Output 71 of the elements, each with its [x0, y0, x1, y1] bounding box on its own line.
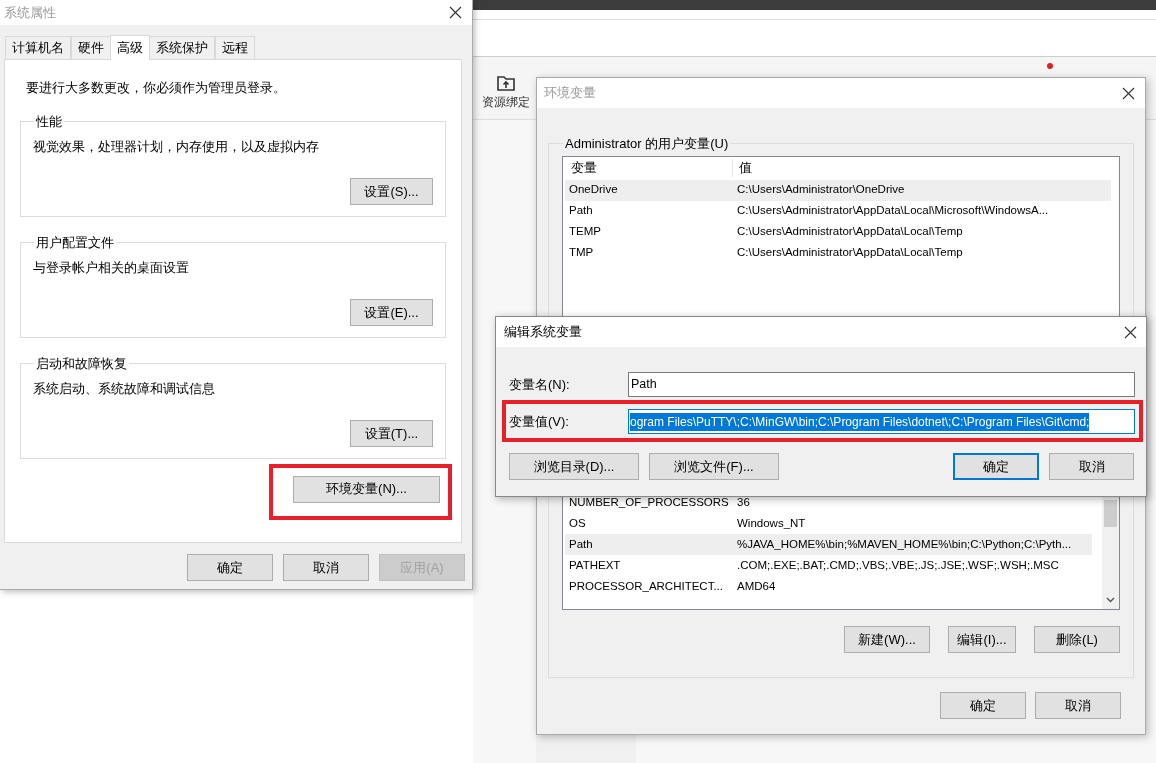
notice-text: 要进行大多数更改，你必须作为管理员登录。 [25, 79, 287, 97]
variable-value: AMD64 [737, 578, 776, 594]
dialog-title: 编辑系统变量 [504, 323, 582, 342]
variable-row[interactable]: TEMP C:\Users\Administrator\AppData\Local\Temp [565, 221, 1111, 243]
scrollbar-thumb[interactable] [1104, 500, 1117, 527]
variable-name: PROCESSOR_ARCHITECT... [569, 579, 723, 592]
window-title: 环境变量 [544, 84, 596, 103]
variable-name: TMP [569, 246, 594, 259]
toolbar-label[interactable]: 资源绑定 [482, 93, 530, 111]
dialog-button[interactable]: 取消 [1049, 453, 1134, 480]
dialog-button[interactable]: 浏览目录(D)... [509, 453, 639, 480]
tab[interactable]: 硬件 [71, 36, 111, 59]
variable-row[interactable]: OS Windows_NT [565, 513, 1092, 534]
dialog-button[interactable]: 确定 [940, 692, 1026, 719]
variable-value: C:\Users\Administrator\OneDrive [737, 182, 905, 198]
tab[interactable]: 系统保护 [149, 36, 215, 59]
dialog-button[interactable]: 编辑(I)... [948, 626, 1016, 653]
variable-name: NUMBER_OF_PROCESSORS [569, 495, 729, 508]
variable-row[interactable]: PROCESSOR_ARCHITECT... AMD64 [565, 576, 1092, 597]
group-title: 用户配置文件 [35, 233, 115, 252]
dialog-button[interactable]: 新建(W)... [844, 626, 930, 653]
dialog-button[interactable]: 删除(L) [1034, 626, 1120, 653]
variable-row[interactable]: PATHEXT .COM;.EXE;.BAT;.CMD;.VBS;.VBE;.JS;.JSE;.WSF;.WSH;.MSC [565, 555, 1092, 576]
variable-value: C:\Users\Administrator\AppData\Local\Temp [737, 245, 963, 261]
column-header[interactable]: 变量 [565, 158, 733, 178]
variable-name: OneDrive [569, 183, 618, 196]
group-description: 系统启动、系统故障和调试信息 [33, 380, 216, 398]
chevron-down-icon[interactable] [1106, 597, 1115, 603]
dialog-button[interactable]: 设置(T)... [350, 420, 433, 447]
group-title: 启动和故障恢复 [35, 354, 128, 373]
variable-name: OS [569, 516, 586, 529]
close-icon[interactable] [1122, 86, 1135, 100]
variable-row[interactable]: OneDrive C:\Users\Administrator\OneDrive [565, 179, 1111, 201]
close-icon[interactable] [449, 6, 462, 19]
window-title: 系统属性 [4, 3, 56, 22]
variable-row[interactable]: Path C:\Users\Administrator\AppData\Local\Microsoft\WindowsA... [565, 200, 1111, 222]
selected-text: ogram Files\PuTTY\;C:\MinGW\bin;C:\Program Files\dotnet\;C:\Program Files\Git\cmd; [630, 412, 1090, 431]
variable-name: Path [569, 204, 593, 217]
variable-value: .COM;.EXE;.BAT;.CMD;.VBS;.VBE;.JS;.JSE;.WSF;.WSH;.MSC [737, 557, 1059, 573]
group-title: 性能 [35, 112, 63, 131]
variable-name: TEMP [569, 225, 601, 238]
group-title: Administrator 的用户变量(U) [564, 135, 730, 153]
field-label: 变量值(V): [509, 412, 570, 431]
upload-folder-icon[interactable] [497, 75, 515, 91]
variable-name: PATHEXT [569, 558, 621, 571]
group-description: 视觉效果，处理器计划，内存使用，以及虚拟内存 [33, 138, 320, 156]
variable-value: %JAVA_HOME%\bin;%MAVEN_HOME%\bin;C:\Python;C:\Pyth... [737, 536, 1072, 552]
dialog-button[interactable]: 确定 [187, 554, 273, 581]
dialog-button[interactable]: 浏览文件(F)... [649, 453, 779, 480]
variable-value: C:\Users\Administrator\AppData\Local\Temp [737, 224, 963, 240]
dialog-button[interactable]: 设置(E)... [350, 299, 433, 326]
dialog-button[interactable]: 取消 [1035, 692, 1121, 719]
variable-value: 36 [737, 494, 750, 510]
dialog-button[interactable]: 取消 [283, 554, 369, 581]
variable-value-field[interactable]: ogram Files\PuTTY\;C:\MinGW\bin;C:\Program Files\dotnet\;C:\Program Files\Git\cmd; [628, 409, 1135, 434]
variable-value: C:\Users\Administrator\AppData\Local\Microsoft\WindowsA... [737, 203, 1049, 219]
column-header[interactable]: 值 [733, 158, 752, 178]
tab[interactable]: 远程 [215, 36, 255, 59]
tab[interactable]: 高级 [110, 35, 150, 60]
close-icon[interactable] [1124, 325, 1137, 339]
group-description: 与登录帐户相关的桌面设置 [33, 259, 190, 277]
variable-row[interactable]: Path %JAVA_HOME%\bin;%MAVEN_HOME%\bin;C:\Python;C:\Pyth... [565, 534, 1092, 555]
field-label: 变量名(N): [509, 375, 571, 394]
dialog-button[interactable]: 设置(S)... [350, 178, 433, 205]
dialog-button[interactable]: 确定 [953, 453, 1039, 480]
tab[interactable]: 计算机名 [5, 36, 71, 59]
variable-name-field[interactable]: Path [628, 372, 1135, 397]
dialog-button[interactable]: 环境变量(N)... [293, 475, 440, 503]
variable-row[interactable]: TMP C:\Users\Administrator\AppData\Local\Temp [565, 242, 1111, 264]
variable-value: Windows_NT [737, 515, 806, 531]
variable-name: Path [569, 537, 593, 550]
